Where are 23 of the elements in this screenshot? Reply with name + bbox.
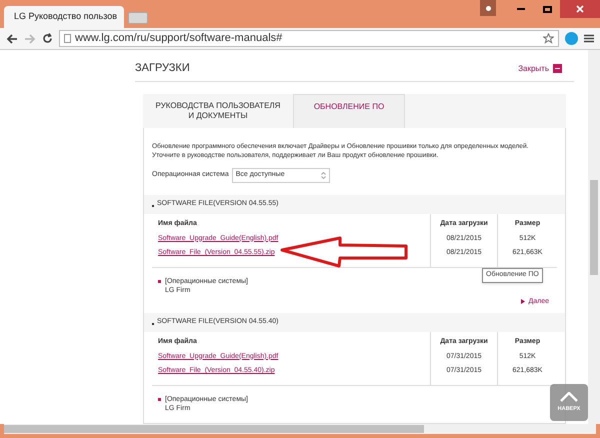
- bullet-icon: [158, 398, 161, 400]
- skype-icon[interactable]: [565, 32, 578, 45]
- close-icon: [576, 5, 584, 13]
- triangle-icon: [521, 299, 526, 304]
- tab-title: LG Руководство пользов: [14, 10, 118, 24]
- dropdown-arrow-icon: [320, 172, 326, 179]
- reload-icon[interactable]: [42, 33, 53, 44]
- section-title: ЗАГРУЗКИ: [135, 61, 190, 76]
- tab[interactable]: ОБНОВЛЕНИЕ ПО: [293, 94, 405, 128]
- tab[interactable]: РУКОВОДСТВА ПОЛЬЗОВАТЕЛЯ И ДОКУМЕНТЫ: [143, 94, 293, 128]
- star-icon[interactable]: [543, 33, 554, 44]
- close-window-button[interactable]: [560, 0, 600, 18]
- browser-tab[interactable]: LG Руководство пользов: [4, 6, 124, 28]
- back-icon[interactable]: [6, 34, 18, 44]
- url-text: www.lg.com/ru/support/software-manuals#: [75, 31, 282, 46]
- close-link[interactable]: Закрыть: [518, 62, 562, 74]
- user-icon[interactable]: [480, 0, 496, 16]
- address-bar[interactable]: www.lg.com/ru/support/software-manuals#: [59, 30, 559, 47]
- menu-icon[interactable]: [584, 34, 594, 43]
- minus-icon: [553, 64, 562, 73]
- chevron-up-icon: [560, 392, 578, 402]
- page-icon: [64, 34, 71, 43]
- bullet-icon: [158, 280, 161, 282]
